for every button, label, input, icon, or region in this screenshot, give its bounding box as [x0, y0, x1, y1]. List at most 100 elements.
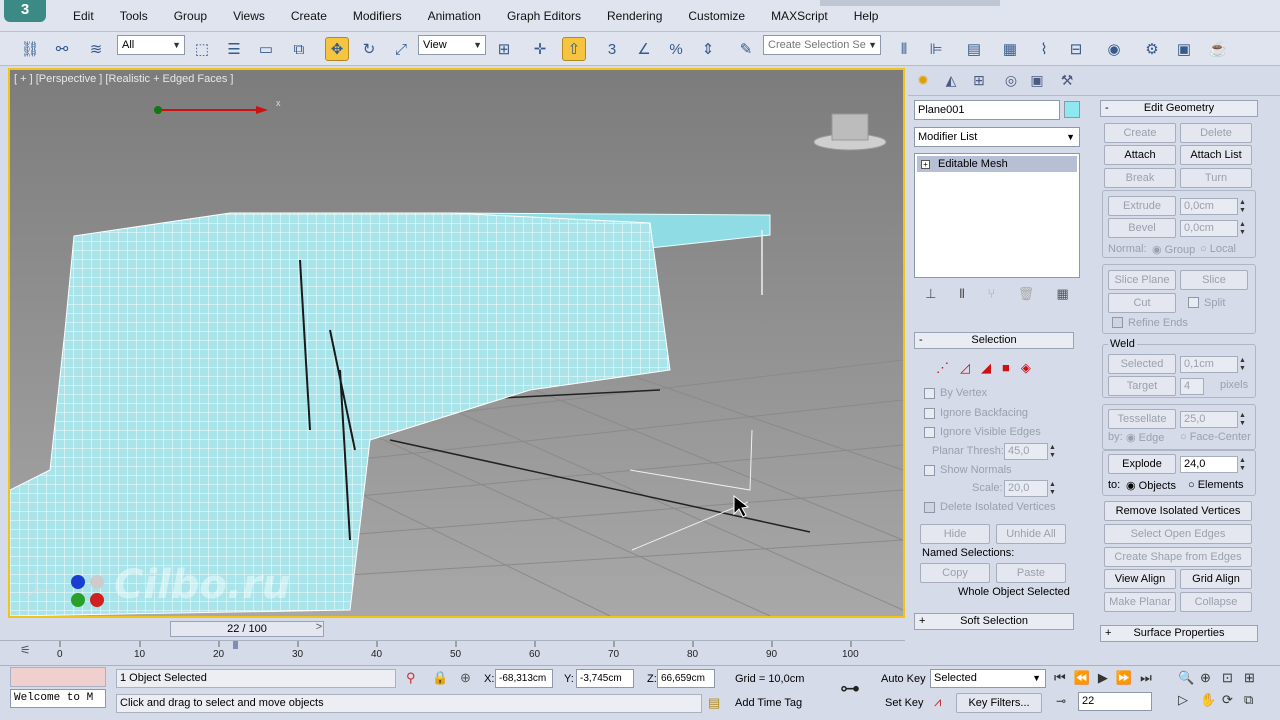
viewport-label[interactable]: [ + ] [Perspective ] [Realistic + Edged …	[14, 73, 234, 85]
weld-selected-button[interactable]: Selected	[1108, 354, 1176, 374]
graphite-toolbar-icon[interactable]: ▦	[998, 37, 1022, 61]
object-color-swatch[interactable]	[1064, 101, 1080, 118]
goto-end-icon[interactable]: ⏭	[1140, 670, 1152, 686]
edge-level-icon[interactable]: ◿	[960, 360, 970, 376]
spinner-arrows-icon[interactable]: ▲ ▼	[1239, 357, 1249, 373]
delete-isolated-checkbox[interactable]	[924, 502, 935, 513]
refine-ends-checkbox[interactable]	[1112, 317, 1123, 328]
spinner-arrows-icon[interactable]: ▲ ▼	[1239, 221, 1249, 237]
pivot-center-icon[interactable]: ⊞	[492, 37, 516, 61]
default-in-out-tangents-icon[interactable]: ⩘	[934, 694, 941, 710]
rendered-frame-icon[interactable]: ▣	[1172, 37, 1196, 61]
slice-plane-button[interactable]: Slice Plane	[1108, 270, 1176, 290]
hide-button[interactable]: Hide	[920, 524, 990, 544]
tessellate-edge-radio[interactable]: ◉ Edge	[1126, 431, 1164, 444]
current-frame-field[interactable]: 22	[1078, 692, 1152, 711]
goto-start-icon[interactable]: ⏮	[1054, 670, 1066, 686]
select-scale-icon[interactable]: ⤢	[389, 37, 413, 61]
copy-button[interactable]: Copy	[920, 563, 990, 583]
by-vertex-checkbox[interactable]	[924, 388, 935, 399]
next-frame-icon[interactable]: ⏩	[1116, 670, 1132, 686]
face-level-icon[interactable]: ◢	[981, 360, 991, 376]
angle-snap-icon[interactable]: ∠	[632, 37, 656, 61]
extrude-button[interactable]: Extrude	[1108, 196, 1176, 216]
create-shape-from-edges-button[interactable]: Create Shape from Edges	[1104, 547, 1252, 567]
menu-customize[interactable]: Customize	[675, 9, 758, 23]
collapse-button[interactable]: Collapse	[1180, 592, 1252, 612]
menu-group[interactable]: Group	[161, 9, 220, 23]
viewcube-icon[interactable]	[831, 113, 869, 141]
spinner-arrows-icon[interactable]: ▲ ▼	[1049, 481, 1059, 497]
weld-threshold-spinner[interactable]: 0,1cm ▲ ▼	[1180, 356, 1246, 373]
break-button[interactable]: Break	[1104, 168, 1176, 188]
select-rotate-icon[interactable]: ↻	[357, 37, 381, 61]
play-icon[interactable]: ▶	[1098, 670, 1108, 686]
selection-lock-icon[interactable]: 🔒	[432, 670, 448, 686]
planar-thresh-spinner[interactable]: 45,0 ▲ ▼	[1004, 443, 1056, 460]
absolute-mode-icon[interactable]: ⊕	[460, 670, 471, 686]
select-by-name-icon[interactable]: ☰	[222, 37, 246, 61]
utilities-tab-icon[interactable]: ⚒	[1056, 72, 1078, 92]
show-normals-checkbox[interactable]	[924, 465, 935, 476]
menu-create[interactable]: Create	[278, 9, 340, 23]
window-crossing-icon[interactable]: ⧉	[287, 37, 311, 61]
spinner-arrows-icon[interactable]: ▲ ▼	[1239, 199, 1249, 215]
z-coordinate-field[interactable]: 66,659cm	[657, 669, 715, 688]
menu-rendering[interactable]: Rendering	[594, 9, 675, 23]
tessellate-face-center-radio[interactable]: ○ Face-Center	[1180, 431, 1251, 443]
delete-button[interactable]: Delete	[1180, 123, 1252, 143]
named-selection-dropdown[interactable]: Create Selection Se ▼	[763, 35, 881, 55]
menu-animation[interactable]: Animation	[415, 9, 494, 23]
create-button[interactable]: Create	[1104, 123, 1176, 143]
spinner-arrows-icon[interactable]: ▲ ▼	[1239, 457, 1249, 473]
make-planar-button[interactable]: Make Planar	[1104, 592, 1176, 612]
menu-modifiers[interactable]: Modifiers	[340, 9, 415, 23]
pan-view-icon[interactable]: ✋	[1200, 692, 1222, 708]
zoom-all-icon[interactable]: ⊕	[1200, 670, 1222, 686]
selection-filter-dropdown[interactable]: All ▼	[117, 35, 185, 55]
stack-item-editable-mesh[interactable]: + Editable Mesh	[917, 156, 1077, 172]
explode-elements-radio[interactable]: ○ Elements	[1188, 479, 1244, 491]
edit-named-selection-icon[interactable]: ✎	[734, 37, 758, 61]
render-production-icon[interactable]: ☕	[1206, 37, 1230, 61]
pin-stack-icon[interactable]: ⊥	[925, 286, 936, 306]
grid-align-button[interactable]: Grid Align	[1180, 569, 1252, 589]
normal-group-radio[interactable]: ◉ Group	[1152, 243, 1195, 256]
select-object-icon[interactable]: ⬚	[190, 37, 214, 61]
polygon-level-icon[interactable]: ■	[1002, 360, 1010, 376]
maximize-viewport-icon[interactable]: ⧉	[1244, 692, 1266, 708]
hierarchy-tab-icon[interactable]: ⊞	[968, 72, 990, 92]
make-unique-icon[interactable]: ⑂	[988, 286, 996, 306]
selection-rollout-header[interactable]: - Selection	[914, 332, 1074, 349]
motion-tab-icon[interactable]: ◎	[1000, 72, 1022, 92]
next-frame-arrow-icon[interactable]: >	[312, 621, 326, 637]
set-key-mode-icon[interactable]: ⊶	[840, 676, 860, 701]
attach-button[interactable]: Attach	[1104, 145, 1176, 165]
rect-selection-icon[interactable]: ▭	[254, 37, 278, 61]
cut-button[interactable]: Cut	[1108, 293, 1176, 313]
percent-snap-icon[interactable]: %	[664, 37, 688, 61]
track-bar[interactable]: ⚟ 0 10 20 30 40 50 60 70 80 90 100	[0, 640, 905, 664]
attach-list-button[interactable]: Attach List	[1180, 145, 1252, 165]
turn-button[interactable]: Turn	[1180, 168, 1252, 188]
mirror-icon[interactable]: ⫴	[892, 37, 916, 61]
explode-objects-radio[interactable]: ◉ Objects	[1126, 479, 1176, 492]
target-pixels-spinner[interactable]: 4	[1180, 378, 1204, 395]
remove-modifier-icon[interactable]: 🗑	[1018, 286, 1035, 306]
layer-manager-icon[interactable]: ▤	[962, 37, 986, 61]
keyboard-shortcut-override-icon[interactable]: ⇧	[562, 37, 586, 61]
snaps-toggle-icon[interactable]: 3	[600, 37, 624, 61]
x-coordinate-field[interactable]: -68,313cm	[495, 669, 553, 688]
key-filters-button[interactable]: Key Filters...	[956, 693, 1042, 713]
view-align-button[interactable]: View Align	[1104, 569, 1176, 589]
select-manipulate-icon[interactable]: ✛	[528, 37, 552, 61]
soft-selection-rollout-header[interactable]: + Soft Selection	[914, 613, 1074, 630]
time-tag-icon[interactable]: ▤	[708, 695, 720, 711]
menu-graph-editors[interactable]: Graph Editors	[494, 9, 594, 23]
display-tab-icon[interactable]: ▣	[1026, 72, 1048, 92]
add-time-tag-button[interactable]: Add Time Tag	[735, 697, 802, 709]
schematic-view-icon[interactable]: ⊟	[1064, 37, 1088, 61]
key-selection-dropdown[interactable]: Selected ▼	[930, 669, 1046, 688]
prev-frame-icon[interactable]: ⏪	[1074, 670, 1090, 686]
isolate-selection-icon[interactable]: ⚲	[406, 670, 416, 686]
